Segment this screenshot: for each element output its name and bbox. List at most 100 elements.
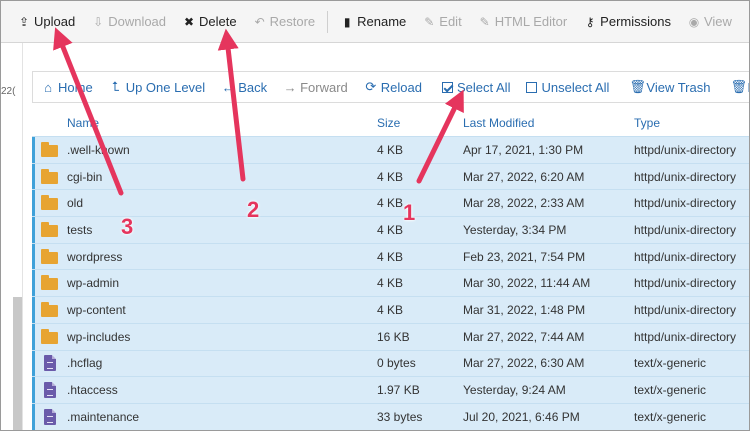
delete-button[interactable]: ✖ Delete [174, 1, 245, 43]
row-icon-cell [32, 328, 67, 344]
row-icon-cell [32, 221, 67, 237]
folder-icon [41, 195, 58, 211]
back-button[interactable]: ← Back [213, 72, 275, 102]
last-modified-cell: Yesterday, 3:34 PM [463, 222, 567, 237]
table-row[interactable]: wp-content 4 KB Mar 31, 2022, 1:48 PM httpd… [32, 296, 749, 323]
file-type-cell: httpd/unix-directory [634, 329, 737, 344]
file-size-cell: 4 KB [377, 276, 404, 291]
restore-button[interactable]: ↶ Restore [245, 1, 324, 43]
up-one-level-button[interactable]: ⮤ Up One Level [101, 72, 214, 102]
trash-icon: 🗑 [730, 79, 747, 94]
table-row[interactable]: wp-admin 4 KB Mar 30, 2022, 11:44 AM httpd/… [32, 269, 749, 297]
rename-button[interactable]: ▮ Rename [332, 1, 414, 43]
table-row[interactable]: tests 4 KB Yesterday, 3:34 PM httpd/unix-di… [32, 216, 749, 243]
forward-label: Forward [300, 79, 348, 95]
trash-icon: 🗑 [629, 79, 646, 94]
table-row[interactable]: wordpress 4 KB Feb 23, 2021, 7:54 PM httpd/… [32, 242, 749, 270]
row-icon-cell [32, 275, 67, 291]
file-size-cell: 1.97 KB [377, 383, 420, 398]
view-trash-label: View Trash [646, 79, 711, 95]
undo-icon: ↶ [254, 14, 265, 29]
refresh-icon: ⟳ [365, 79, 377, 94]
back-label: Back [238, 79, 268, 95]
home-icon: ⌂ [44, 79, 52, 95]
view-button[interactable]: ◉ View [679, 1, 740, 43]
upload-label: Upload [34, 14, 76, 29]
file-type-cell: httpd/unix-directory [634, 302, 737, 317]
last-modified-cell: Mar 30, 2022, 11:44 AM [463, 276, 591, 291]
table-row[interactable]: .htaccess 1.97 KB Yesterday, 9:24 AM text/x… [32, 376, 749, 403]
file-name-cell: cgi-bin [67, 169, 103, 184]
restore-label: Restore [269, 14, 316, 29]
annotation-number-2: 2 [247, 197, 260, 222]
unselect-all-button[interactable]: Unselect All [518, 72, 617, 102]
permissions-button[interactable]: ⚷ Permissions [575, 1, 679, 43]
row-icon-cell [32, 408, 67, 425]
file-type-cell: text/x-generic [634, 409, 707, 424]
download-button[interactable]: ⇩ Download [83, 1, 174, 43]
table-body: .well-known 4 KB Apr 17, 2021, 1:30 PM http… [32, 136, 749, 430]
row-icon-cell [32, 382, 67, 399]
file-size-cell: 4 KB [377, 196, 404, 211]
annotation-number-1: 1 [403, 200, 416, 225]
rename-label: Rename [357, 14, 407, 29]
row-icon-cell [32, 141, 67, 157]
last-modified-cell: Mar 27, 2022, 6:20 AM [463, 169, 585, 184]
home-button[interactable]: ⌂ Home [33, 72, 101, 102]
last-modified-cell: Apr 17, 2021, 1:30 PM [463, 142, 584, 157]
empty-trash-button[interactable]: 🗑E [722, 72, 749, 102]
checked-box-icon [441, 81, 453, 93]
select-all-button[interactable]: Select All [434, 72, 518, 102]
eye-icon: ◉ [688, 14, 700, 29]
last-modified-cell: Mar 28, 2022, 2:33 AM [463, 196, 585, 211]
html-editor-button[interactable]: ✎ HTML Editor [470, 1, 575, 43]
reload-button[interactable]: ⟳ Reload [356, 72, 430, 102]
delete-label: Delete [199, 14, 237, 29]
file-name-cell: wp-admin [67, 276, 120, 291]
last-modified-column-header[interactable]: Last Modified [463, 116, 634, 130]
document-icon: ▮ [343, 14, 351, 29]
file-name-cell: tests [67, 222, 93, 237]
size-column-header[interactable]: Size [377, 116, 463, 130]
file-manager-window: ⇪ Upload ⇩ Download ✖ Delete ↶ Restore ▮ Rename ✎ E… [0, 0, 750, 431]
table-row[interactable]: wp-includes 16 KB Mar 27, 2022, 7:44 AM htt… [32, 322, 749, 350]
file-type-cell: httpd/unix-directory [634, 196, 737, 211]
file-name-cell: old [67, 196, 84, 211]
view-label: View [703, 14, 732, 29]
type-column-header[interactable]: Type [634, 116, 749, 130]
file-icon [43, 355, 56, 372]
row-icon-cell [32, 248, 67, 264]
upload-button[interactable]: ⇪ Upload [9, 1, 83, 43]
last-modified-cell: Feb 23, 2021, 7:54 PM [463, 249, 586, 264]
file-name-cell: wordpress [67, 249, 123, 264]
view-trash-button[interactable]: 🗑 View Trash [621, 72, 718, 102]
reload-label: Reload [380, 79, 422, 95]
tree-scrollbar[interactable] [13, 297, 22, 430]
file-list-table: Name Size Last Modified Type .well-known… [32, 109, 749, 430]
table-row[interactable]: .hcflag 0 bytes Mar 27, 2022, 6:30 AM text/… [32, 349, 749, 377]
row-icon-cell [32, 168, 67, 184]
file-type-cell: httpd/unix-directory [634, 169, 737, 184]
level-up-icon: ⮤ [111, 79, 120, 94]
download-icon: ⇩ [93, 14, 104, 29]
table-row[interactable]: .maintenance 33 bytes Jul 20, 2021, 6:46 P… [32, 402, 749, 430]
file-name-cell: wp-includes [67, 329, 131, 344]
edit-button[interactable]: ✎ Edit [414, 1, 469, 43]
file-type-cell: httpd/unix-directory [634, 142, 737, 157]
key-icon: ⚷ [585, 14, 595, 29]
upload-icon: ⇪ [18, 14, 30, 29]
table-row[interactable]: .well-known 4 KB Apr 17, 2021, 1:30 PM http… [32, 136, 749, 163]
name-column-header[interactable]: Name [67, 116, 377, 130]
row-icon-cell [32, 301, 67, 317]
file-size-cell: 4 KB [377, 302, 404, 317]
top-toolbar: ⇪ Upload ⇩ Download ✖ Delete ↶ Restore ▮ Rename ✎ E… [1, 1, 749, 43]
folder-icon [41, 275, 58, 291]
home-label: Home [58, 79, 93, 95]
forward-button[interactable]: → Forward [275, 72, 356, 102]
file-type-cell: httpd/unix-directory [634, 249, 737, 264]
close-icon: ✖ [184, 14, 195, 29]
table-row[interactable]: cgi-bin 4 KB Mar 27, 2022, 6:20 AM httpd/un… [32, 162, 749, 190]
table-row[interactable]: old 4 KB Mar 28, 2022, 2:33 AM httpd/unix-d… [32, 189, 749, 217]
arrow-right-icon: → [283, 79, 297, 95]
html-editor-icon: ✎ [479, 14, 490, 29]
